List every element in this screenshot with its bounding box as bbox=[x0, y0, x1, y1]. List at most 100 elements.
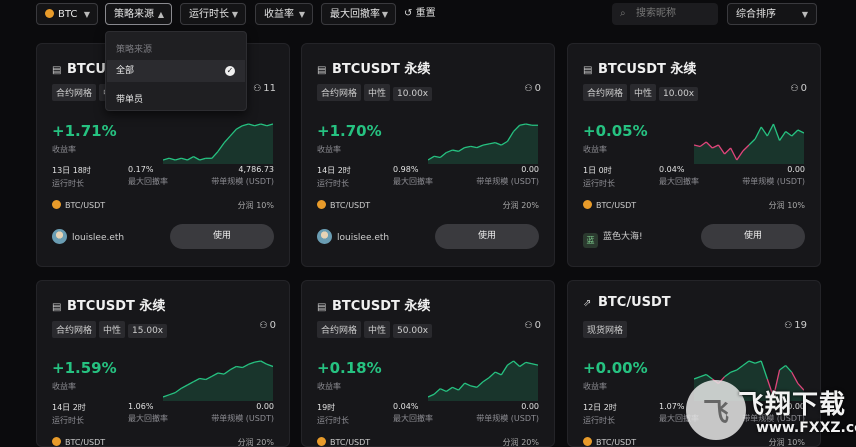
search-input[interactable]: ⌕ 搜索昵称 bbox=[612, 3, 718, 25]
card-title: ▤BTCUSDT 永续 bbox=[317, 62, 431, 77]
users-icon: ⚇ bbox=[524, 321, 533, 331]
strategy-tag: 10.00x bbox=[393, 87, 433, 101]
users-icon: ⚇ bbox=[790, 84, 799, 94]
avatar: 蓝 bbox=[583, 233, 598, 248]
sort-select[interactable]: 综合排序 ▼ bbox=[727, 3, 817, 25]
strategy-tag: 50.00x bbox=[393, 324, 433, 338]
scale-label: 带单规模 (USDT) bbox=[742, 177, 805, 186]
return-label: 收益率 bbox=[583, 382, 607, 391]
runtime-filter[interactable]: 运行时长 ▼ bbox=[180, 3, 246, 25]
filter-bar: BTC ▼ 策略来源 ▲ 运行时长 ▼ 收益率 ▼ 最大回撤率 ▼ ↺ 重置 ⌕… bbox=[0, 0, 856, 30]
return-sparkline bbox=[694, 123, 804, 164]
runtime-value: 19时 bbox=[317, 403, 336, 412]
source-filter[interactable]: 策略来源 ▲ bbox=[105, 3, 172, 25]
drawdown-value: 0.04% bbox=[659, 165, 685, 174]
scale-value: 0.00 bbox=[787, 165, 805, 174]
profit-share: 分润 10% bbox=[237, 201, 274, 210]
card-title: ⇗ BTC/USDT bbox=[583, 295, 671, 310]
return-rate: +0.05% bbox=[583, 122, 648, 140]
strategy-card[interactable]: ▤ BTCUSDT 永续 合约网格 中性 10.00x ⚇ 0 +0.05% 收益率 1… bbox=[567, 43, 821, 267]
check-icon: ✓ bbox=[225, 66, 235, 76]
sparkline-area bbox=[163, 124, 273, 164]
strategy-tag: 中性 bbox=[364, 84, 391, 101]
btc-coin-icon bbox=[52, 200, 61, 209]
dropdown-option-all[interactable]: 全部 ✓ bbox=[107, 60, 245, 82]
watermark-text: 飞翔下载 bbox=[738, 390, 847, 420]
btc-coin-icon bbox=[317, 200, 326, 209]
return-label: 收益率 bbox=[52, 382, 76, 391]
contract-doc-icon: ▤ bbox=[317, 302, 327, 313]
coin-filter[interactable]: BTC ▼ bbox=[36, 3, 98, 25]
users-icon: ⚇ bbox=[259, 321, 268, 331]
runtime-value: 12日 2时 bbox=[583, 403, 617, 412]
strategy-card[interactable]: ▤ BTCUSDT 永续 合约网格 中性 10.00x ⚇ 0 +1.70% 收益率 1… bbox=[301, 43, 555, 267]
chevron-down-icon: ▼ bbox=[298, 10, 305, 19]
use-button[interactable]: 使用 bbox=[701, 224, 805, 249]
runtime-label: 运行时长 bbox=[52, 179, 84, 188]
chevron-down-icon: ▼ bbox=[801, 10, 808, 19]
scale-label: 带单规模 (USDT) bbox=[476, 177, 539, 186]
strategy-tag: 中性 bbox=[99, 321, 126, 338]
use-button[interactable]: 使用 bbox=[435, 224, 539, 249]
runtime-label: 运行时长 bbox=[583, 179, 615, 188]
runtime-label: 运行时长 bbox=[317, 416, 349, 425]
profit-share: 分润 20% bbox=[502, 201, 539, 210]
drawdown-value: 0.17% bbox=[128, 165, 154, 174]
btc-coin-icon bbox=[583, 200, 592, 209]
use-button[interactable]: 使用 bbox=[170, 224, 274, 249]
card-title: ▤BTCUSDT 永续 bbox=[583, 62, 697, 77]
profit-share: 分润 10% bbox=[768, 201, 805, 210]
copier-count: ⚇ 0 bbox=[524, 83, 541, 94]
return-label: 收益率 bbox=[583, 145, 607, 154]
leader-info[interactable]: 蓝蓝色大海! bbox=[583, 229, 643, 248]
trading-pair: BTC/USDT bbox=[52, 437, 105, 446]
strategy-tag: 合约网格 bbox=[317, 321, 362, 338]
strategy-card[interactable]: ▤ BTCUSDT 永续 合约网格 中性 50.00x ⚇ 0 +0.18% 收益率 1… bbox=[301, 280, 555, 447]
strategy-tag: 现货网格 bbox=[583, 321, 628, 338]
profit-share: 分润 20% bbox=[502, 438, 539, 447]
contract-doc-icon: ▤ bbox=[52, 65, 62, 76]
card-title: ▤BTCUSDT 永续 bbox=[52, 299, 166, 314]
leader-name: 蓝色大海! bbox=[603, 232, 643, 242]
contract-doc-icon: ▤ bbox=[317, 65, 327, 76]
runtime-value: 14日 2时 bbox=[317, 166, 351, 175]
leader-info[interactable]: louislee.eth bbox=[317, 229, 389, 246]
chevron-down-icon: ▼ bbox=[381, 10, 388, 19]
strategy-tag: 10.00x bbox=[659, 87, 699, 101]
trading-pair: BTC/USDT bbox=[317, 200, 370, 210]
trading-pair: BTC/USDT bbox=[583, 200, 636, 210]
profit-share: 分润 20% bbox=[237, 438, 274, 447]
chevron-up-icon: ▲ bbox=[157, 10, 164, 19]
runtime-label: 运行时长 bbox=[317, 179, 349, 188]
reset-icon: ↺ bbox=[404, 8, 413, 19]
spot-grid-icon: ⇗ bbox=[583, 298, 592, 309]
scale-label: 带单规模 (USDT) bbox=[211, 414, 274, 423]
dropdown-option-leader[interactable]: 带单员 bbox=[116, 92, 143, 105]
tag-row: 合约网格 中性 15.00x bbox=[52, 318, 170, 338]
strategy-tag: 合约网格 bbox=[52, 84, 97, 101]
scale-label: 带单规模 (USDT) bbox=[211, 177, 274, 186]
contract-doc-icon: ▤ bbox=[583, 65, 593, 76]
stats-row: 13日 18时 运行时长 0.17% 最大回撤率 4,786.73 带单规模 (USD… bbox=[52, 165, 274, 189]
return-label: 收益率 bbox=[52, 145, 76, 154]
drawdown-label: 最大回撤率 bbox=[128, 414, 168, 423]
return-sparkline bbox=[163, 360, 273, 401]
drawdown-filter[interactable]: 最大回撤率 ▼ bbox=[321, 3, 396, 25]
strategy-tag: 15.00x bbox=[128, 324, 168, 338]
tag-row: 合约网格中性10.00x bbox=[317, 81, 435, 101]
strategy-tag: 中性 bbox=[364, 321, 391, 338]
drawdown-value: 0.98% bbox=[393, 165, 419, 174]
chevron-down-icon: ▼ bbox=[83, 10, 90, 19]
copier-count: ⚇ 11 bbox=[253, 83, 276, 94]
drawdown-value: 0.04% bbox=[393, 402, 419, 411]
strategy-tag: 合约网格 bbox=[317, 84, 362, 101]
returns-filter[interactable]: 收益率 ▼ bbox=[255, 3, 313, 25]
return-sparkline bbox=[163, 123, 273, 164]
scale-label: 带单规模 (USDT) bbox=[476, 414, 539, 423]
return-sparkline bbox=[428, 360, 538, 401]
leader-info[interactable]: louislee.eth bbox=[52, 229, 124, 246]
stats-row: 19时 运行时长 0.04% 最大回撤率 0.00 带单规模 (USDT) bbox=[317, 402, 539, 426]
strategy-card[interactable]: ▤ BTCUSDT 永续 合约网格 中性 15.00x ⚇ 0 +1.59% 收益率 1… bbox=[36, 280, 290, 447]
tag-row: 合约网格中性10.00x bbox=[583, 81, 701, 101]
reset-button[interactable]: ↺ 重置 bbox=[404, 3, 436, 25]
